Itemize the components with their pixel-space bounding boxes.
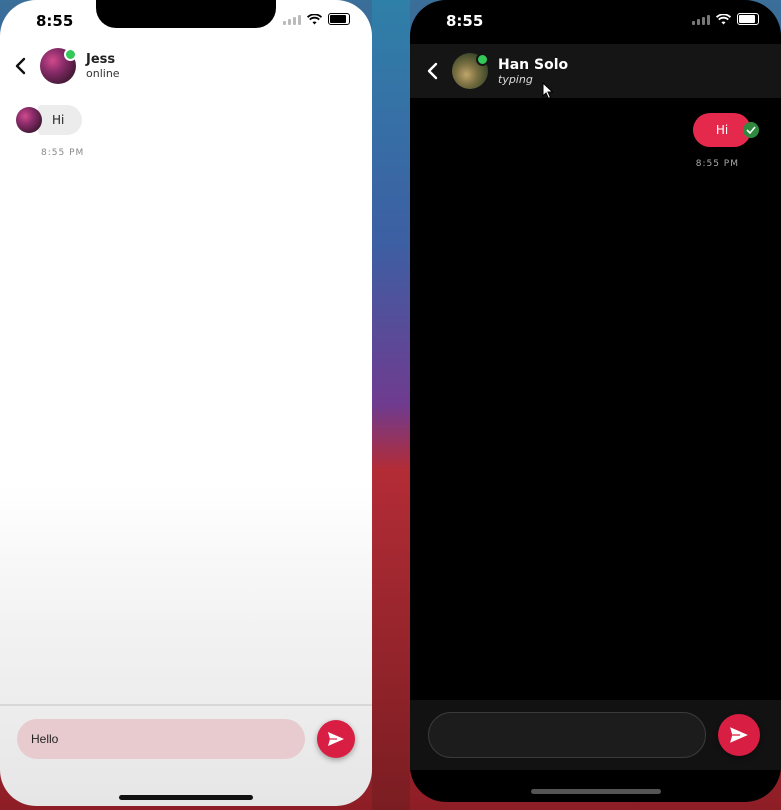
home-indicator	[119, 795, 253, 800]
send-button[interactable]	[718, 714, 760, 756]
cursor-icon	[542, 82, 554, 100]
online-indicator	[64, 48, 77, 61]
wifi-icon	[716, 13, 731, 24]
message-composer	[410, 700, 781, 770]
read-check-icon	[743, 122, 759, 138]
dark-chat-screen: 8:55 Han Solo typing Hi 8:55 PM	[410, 0, 781, 802]
send-icon	[328, 732, 344, 746]
contact-avatar[interactable]	[452, 53, 489, 89]
message-time: 8:55 PM	[41, 148, 85, 158]
contact-info: Jess online	[86, 52, 120, 80]
contact-name: Han Solo	[498, 56, 569, 73]
phone-notch	[96, 0, 276, 28]
chat-header: Han Solo typing	[410, 44, 781, 98]
status-icons	[692, 13, 759, 25]
message-input[interactable]	[17, 719, 305, 759]
chevron-left-icon	[427, 62, 438, 80]
message-time: 8:55 PM	[695, 159, 739, 169]
back-button[interactable]	[416, 55, 448, 87]
home-indicator	[530, 789, 661, 794]
incoming-message: Hi	[16, 105, 83, 135]
battery-icon	[737, 13, 759, 25]
message-bubble[interactable]: Hi	[38, 105, 83, 135]
status-time: 8:55	[36, 12, 74, 30]
phone-notch	[505, 0, 686, 28]
outgoing-message: Hi	[693, 113, 759, 147]
signal-icon	[692, 14, 710, 25]
light-chat-screen: 8:55 Jess online Hi 8:55 PM	[0, 0, 372, 806]
send-icon	[730, 727, 748, 743]
wifi-icon	[307, 13, 322, 24]
status-time: 8:55	[446, 12, 484, 30]
contact-avatar[interactable]	[40, 48, 77, 84]
desktop-background	[372, 0, 410, 810]
message-composer	[0, 704, 372, 772]
status-icons	[283, 13, 350, 25]
signal-icon	[283, 14, 301, 25]
send-button[interactable]	[317, 720, 355, 758]
contact-status: online	[86, 67, 120, 80]
contact-status: typing	[498, 72, 533, 86]
sender-avatar	[16, 107, 42, 133]
online-indicator	[476, 53, 489, 66]
chat-header: Jess online	[0, 46, 372, 86]
contact-name: Jess	[86, 52, 116, 67]
contact-info: Han Solo typing	[498, 57, 568, 86]
chevron-left-icon	[15, 57, 26, 75]
back-button[interactable]	[4, 50, 36, 82]
message-input[interactable]	[428, 712, 706, 758]
battery-icon	[328, 13, 350, 25]
